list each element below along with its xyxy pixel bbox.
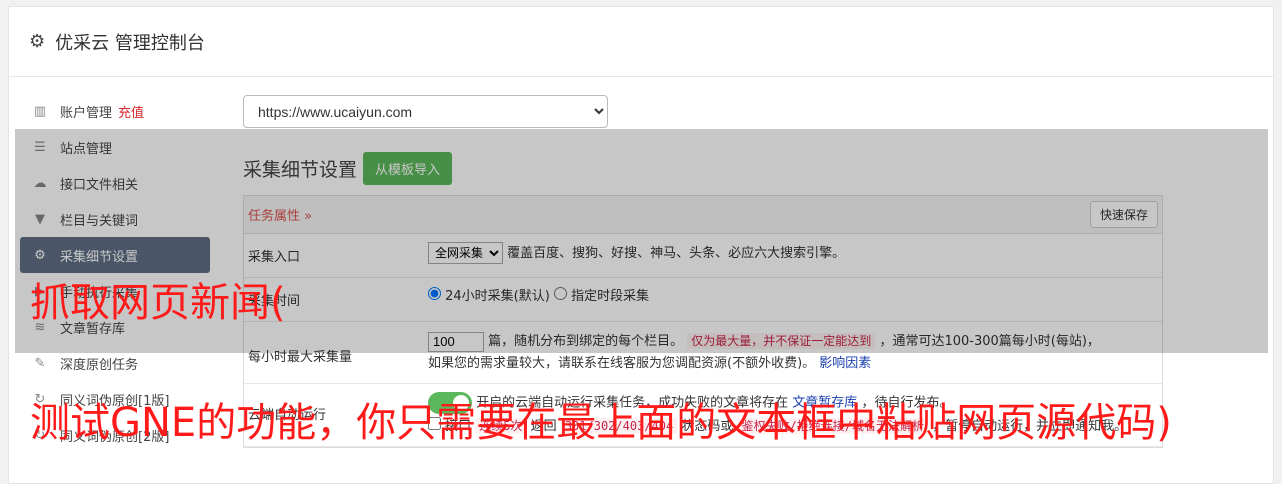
bar-chart-icon: ▥ [33,103,47,119]
sidebar-item-label: 账户管理 [60,105,113,121]
sidebar-item-account[interactable]: ▥ 账户管理 充值 [20,93,210,129]
caption-line-2: 测试GNE的功能，你只需要在最上面的文本框中粘贴网页源代码) [30,400,1172,446]
recharge-link[interactable]: 充值 [118,102,144,121]
gear-icon: ⚙ [29,31,46,52]
page-title: 优采云 管理控制台 [55,32,205,54]
edit-icon: ✎ [34,355,46,371]
factors-link[interactable]: 影响因素 [819,356,871,371]
console-header: ⚙ 优采云 管理控制台 [9,7,1273,77]
max-text3: 如果您的需求量较大，请联系在线客服为您调配资源(不额外收费)。 [428,356,816,371]
sidebar-item-label: 深度原创任务 [60,357,139,373]
caption-line-1: 抓取网页新闻( [30,280,286,326]
site-select[interactable]: https://www.ucaiyun.com [243,95,608,128]
